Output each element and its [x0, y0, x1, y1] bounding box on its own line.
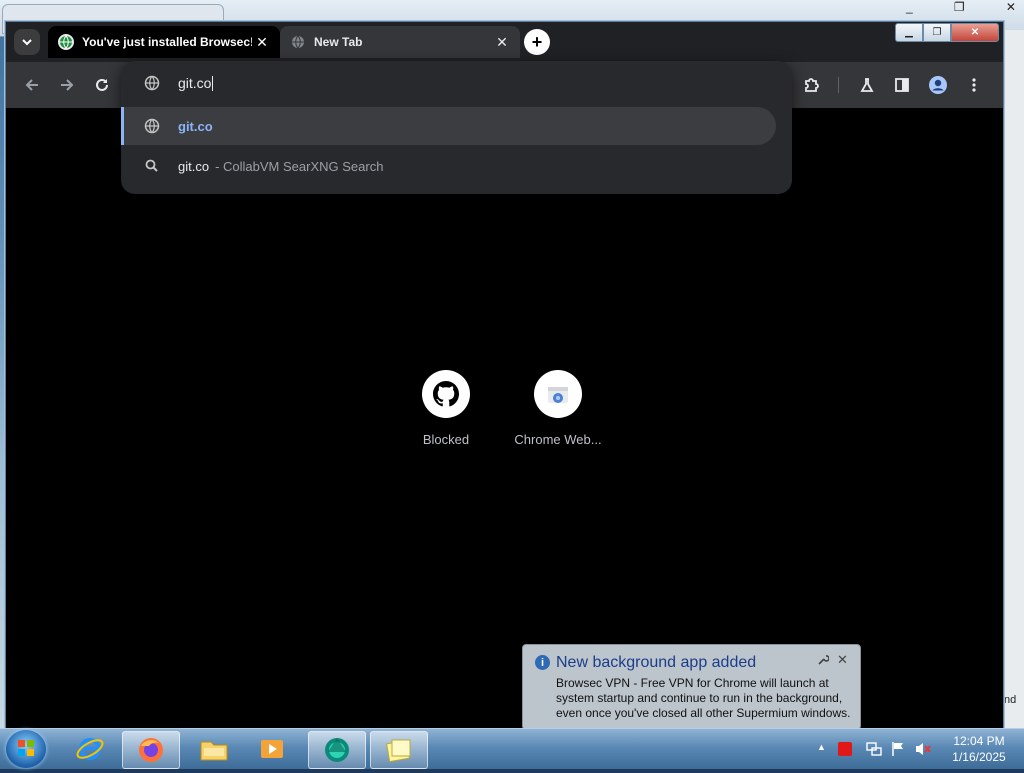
firefox-icon	[139, 738, 163, 762]
tab-new-tab[interactable]: New Tab ✕	[280, 26, 520, 58]
menu-button[interactable]	[962, 73, 986, 97]
tab-title: New Tab	[314, 35, 363, 49]
shortcut-label: Chrome Web...	[514, 432, 602, 447]
browsec-tray-icon[interactable]	[837, 741, 853, 757]
globe-icon	[144, 75, 160, 91]
action-center-flag-icon[interactable]	[890, 741, 906, 757]
avatar-icon	[929, 76, 947, 94]
side-panel-icon	[895, 78, 909, 92]
puzzle-icon	[805, 78, 819, 92]
taskbar-internet-explorer[interactable]	[62, 731, 118, 767]
side-panel-button[interactable]	[890, 73, 914, 97]
taskbar-sticky-notes[interactable]	[370, 731, 428, 769]
shortcut-tile-blocked[interactable]: Blocked	[390, 348, 502, 448]
globe-icon	[144, 118, 160, 134]
background-minimize-button[interactable]: _	[906, 0, 913, 18]
system-tray: ▲ 12:04 PM 1/16/2025	[815, 729, 1024, 769]
tab-browsec-installed[interactable]: You've just installed Browsec! ✕	[48, 26, 280, 58]
flask-icon	[860, 78, 874, 92]
taskbar: ▲ 12:04 PM 1/16/2025	[0, 728, 1024, 769]
taskbar-firefox[interactable]	[122, 731, 180, 769]
background-close-button[interactable]: ✕	[1006, 0, 1016, 18]
supermium-icon	[325, 738, 349, 762]
close-window-button[interactable]: ✕	[951, 23, 999, 42]
omnibox-suggestion-url[interactable]: git.co	[121, 107, 776, 145]
address-input[interactable]: git.co	[178, 75, 211, 91]
clock-time[interactable]: 12:04 PM	[939, 734, 1019, 748]
info-icon: i	[535, 655, 550, 670]
suggestion-text: git.co	[178, 158, 210, 174]
address-bar[interactable]: git.co	[121, 61, 792, 105]
toolbar-divider	[838, 77, 839, 93]
window-controls: ▁ ❐ ✕	[895, 23, 999, 42]
shortcut-tile-chrome-web-store[interactable]: Chrome Web...	[502, 348, 614, 448]
shortcut-label: Blocked	[422, 432, 470, 447]
reload-icon	[96, 78, 108, 91]
media-player-icon	[261, 740, 283, 758]
tab-close-button[interactable]: ✕	[252, 32, 272, 52]
suggestion-description: - CollabVM SearXNG Search	[215, 158, 384, 174]
profile-button[interactable]	[926, 73, 950, 97]
github-icon	[422, 370, 470, 418]
suggestion-text: git.co	[178, 118, 213, 134]
start-button[interactable]	[6, 730, 46, 768]
background-window-edge	[1003, 30, 1024, 730]
maximize-button[interactable]: ❐	[923, 23, 951, 42]
taskbar-file-explorer[interactable]	[186, 731, 242, 767]
tab-title: You've just installed Browsec!	[82, 35, 252, 49]
forward-button[interactable]	[55, 73, 79, 97]
new-tab-button[interactable]: +	[524, 29, 550, 55]
chrome-web-store-icon	[534, 370, 582, 418]
taskbar-media-player[interactable]	[244, 731, 300, 767]
text-caret	[212, 75, 214, 91]
tab-strip: You've just installed Browsec! ✕ New Tab…	[6, 22, 1003, 62]
network-icon[interactable]	[866, 741, 882, 757]
background-window-text: nd	[1004, 694, 1017, 706]
notification-balloon[interactable]: i New background app added ✕ Browsec VPN…	[522, 644, 861, 741]
selection-indicator	[121, 107, 124, 145]
back-button[interactable]	[20, 73, 44, 97]
labs-button[interactable]	[855, 73, 879, 97]
omnibox-dropdown: git.co git.co git.co - CollabVM SearXNG …	[121, 61, 792, 194]
show-hidden-icons-button[interactable]: ▲	[817, 742, 833, 758]
search-icon	[144, 158, 160, 174]
wrench-icon[interactable]	[817, 654, 830, 669]
notification-title: New background app added	[556, 654, 757, 671]
omnibox-suggestion-search[interactable]: git.co - CollabVM SearXNG Search	[121, 147, 776, 185]
internet-explorer-icon	[76, 738, 104, 760]
extensions-button[interactable]	[800, 73, 824, 97]
tab-close-button[interactable]: ✕	[492, 32, 512, 52]
tab-search-button[interactable]	[14, 29, 40, 55]
arrow-left-icon	[25, 79, 38, 91]
file-explorer-icon	[200, 741, 228, 761]
globe-icon	[58, 34, 74, 50]
windows-logo-icon	[18, 740, 34, 756]
arrow-right-icon	[61, 79, 74, 91]
background-maximize-button[interactable]: ❐	[954, 0, 965, 18]
notification-close-button[interactable]: ✕	[837, 652, 848, 668]
chevron-down-icon	[22, 39, 32, 46]
notification-body: Browsec VPN - Free VPN for Chrome will l…	[556, 676, 851, 720]
reload-button[interactable]	[90, 73, 114, 97]
volume-muted-icon[interactable]	[914, 741, 931, 757]
background-window-controls: _ ❐ ✕	[906, 0, 1016, 18]
taskbar-supermium[interactable]	[308, 731, 366, 769]
minimize-button[interactable]: ▁	[895, 23, 923, 42]
kebab-menu-icon	[972, 78, 976, 92]
clock-date[interactable]: 1/16/2025	[939, 750, 1019, 764]
globe-icon	[290, 34, 306, 50]
sticky-notes-icon	[386, 739, 411, 763]
